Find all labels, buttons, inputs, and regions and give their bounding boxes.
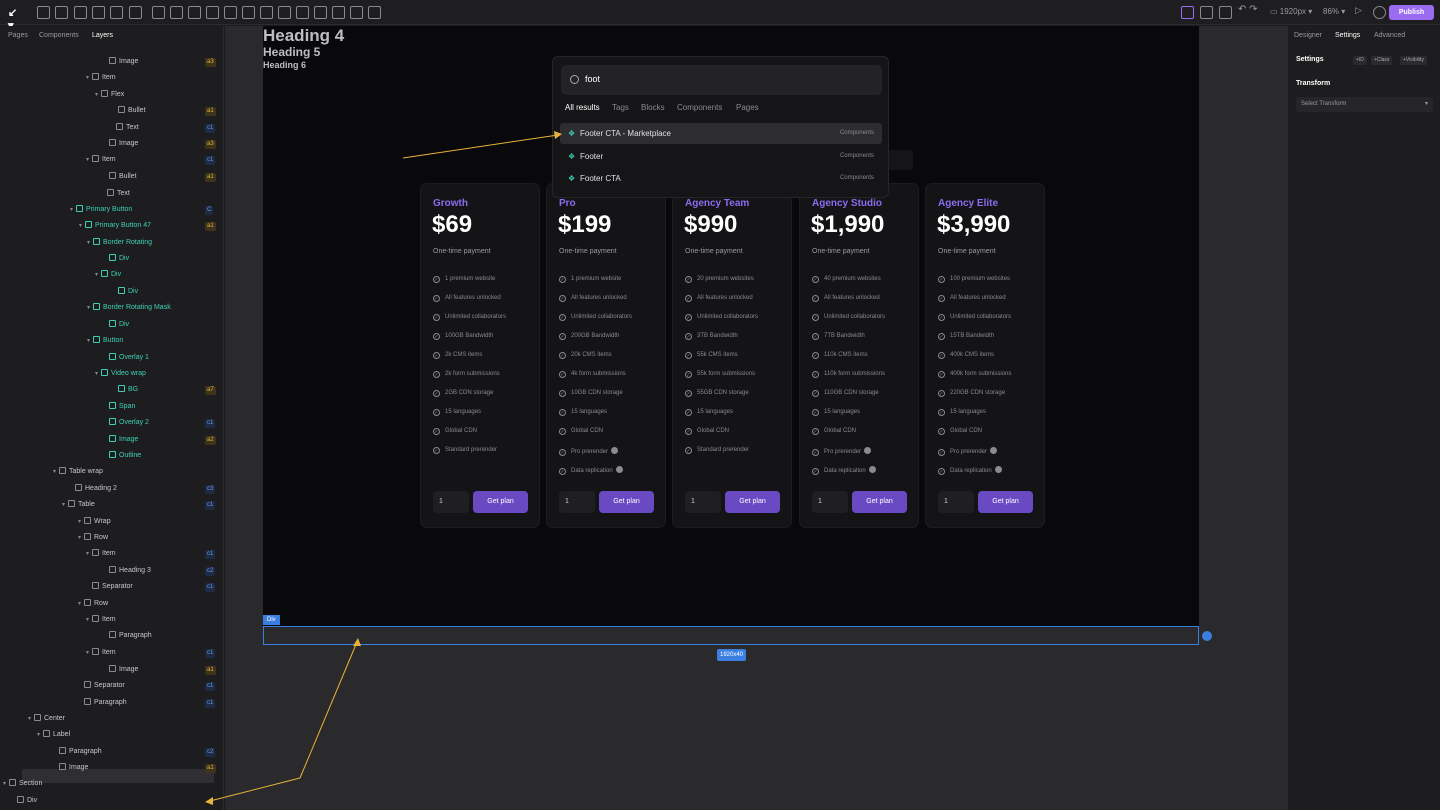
arrow-head xyxy=(205,797,213,805)
arrow-head xyxy=(554,131,562,139)
arrow-to-search-result xyxy=(402,134,559,159)
annotation-arrows xyxy=(205,131,562,805)
arrow-head xyxy=(353,638,361,646)
arrow-to-div xyxy=(299,641,358,779)
arrow-to-layer xyxy=(209,777,301,802)
